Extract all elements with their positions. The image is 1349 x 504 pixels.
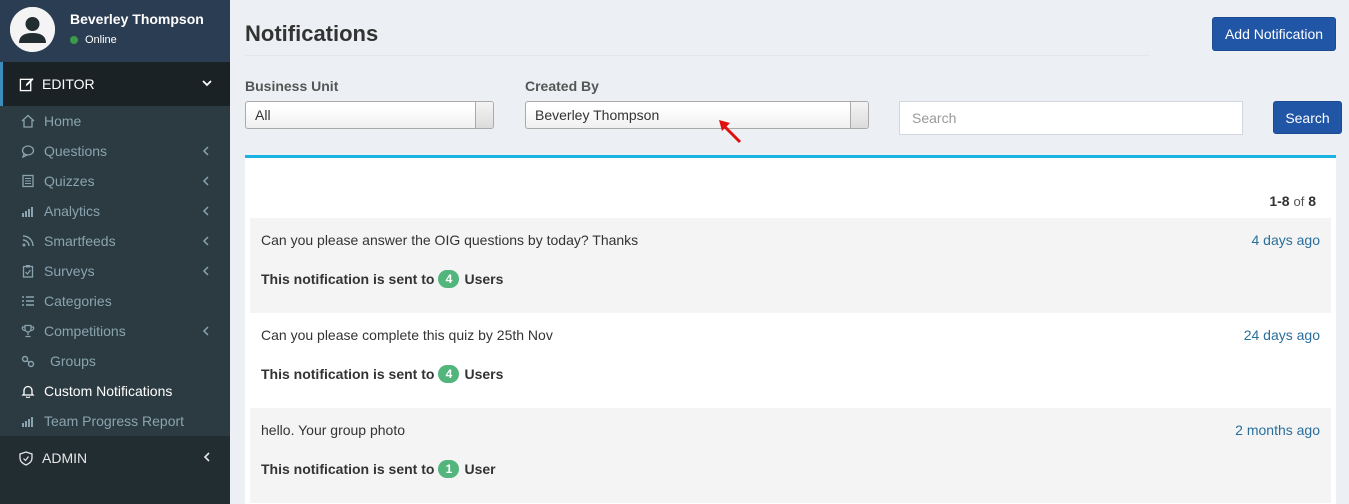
notification-message: Can you please answer the OIG questions … — [261, 232, 639, 248]
feed-icon — [21, 234, 35, 248]
bar-chart-icon — [21, 204, 35, 218]
recipients-unit: Users — [464, 366, 504, 382]
recipient-count-badge: 4 — [438, 270, 460, 288]
chevron-left-icon — [202, 146, 209, 156]
chevron-left-icon — [202, 266, 209, 276]
chevron-left-icon — [202, 236, 209, 246]
sidebar-item-categories[interactable]: Categories — [0, 286, 230, 316]
bar-chart-icon — [21, 414, 35, 428]
chevron-left-icon — [202, 176, 209, 186]
chevron-left-icon — [202, 206, 209, 216]
sidebar-item-home[interactable]: Home — [0, 106, 230, 136]
user-avatar-icon — [10, 7, 55, 52]
bell-icon — [21, 384, 35, 398]
created-by-value: Beverley Thompson — [535, 107, 660, 123]
created-by-label: Created By — [525, 78, 599, 94]
pagination-info: 1-8 of 8 — [1269, 193, 1316, 209]
pagination-total: 8 — [1308, 193, 1316, 209]
recipient-count-badge: 4 — [438, 365, 460, 383]
notifications-list: 1-8 of 8 Can you please answer the OIG q… — [245, 155, 1336, 504]
sidebar-item-label: Home — [44, 113, 82, 129]
document-icon — [21, 174, 35, 188]
sidebar-item-label: Quizzes — [44, 173, 95, 189]
business-unit-select[interactable]: All — [245, 101, 494, 129]
sidebar-item-label: Analytics — [44, 203, 101, 219]
sidebar-item-smartfeeds[interactable]: Smartfeeds — [0, 226, 230, 256]
business-unit-label: Business Unit — [245, 78, 339, 94]
recipients-prefix: This notification is sent to — [261, 366, 435, 382]
recipients-prefix: This notification is sent to — [261, 271, 435, 287]
recipients-unit: Users — [464, 271, 504, 287]
clipboard-icon — [21, 264, 35, 278]
sidebar-item-label: Team Progress Report — [44, 413, 185, 429]
sidebar-section-admin[interactable]: ADMIN — [0, 436, 230, 480]
sidebar-item-label: Smartfeeds — [44, 233, 116, 249]
link-icon — [21, 354, 35, 368]
notification-time[interactable]: 24 days ago — [1244, 327, 1320, 343]
sidebar-item-analytics[interactable]: Analytics — [0, 196, 230, 226]
created-by-select[interactable]: Beverley Thompson — [525, 101, 869, 129]
pagination-range: 1-8 — [1269, 193, 1290, 209]
sidebar: Beverley Thompson Online EDITOR Home Que… — [0, 0, 230, 504]
sidebar-item-surveys[interactable]: Surveys — [0, 256, 230, 286]
notification-time[interactable]: 4 days ago — [1252, 232, 1321, 248]
sidebar-item-team-progress-report[interactable]: Team Progress Report — [0, 406, 230, 436]
sidebar-item-custom-notifications[interactable]: Custom Notifications — [0, 376, 230, 406]
editor-submenu: Home Questions Quizzes Analytics Smartfe… — [0, 106, 230, 436]
search-button[interactable]: Search — [1273, 101, 1342, 134]
recipients-unit: User — [464, 461, 496, 477]
sidebar-item-quizzes[interactable]: Quizzes — [0, 166, 230, 196]
sidebar-item-label: Categories — [44, 293, 112, 309]
list-item[interactable]: hello. Your group photo 2 months ago Thi… — [250, 408, 1331, 503]
trophy-icon — [21, 324, 35, 338]
sidebar-item-label: Surveys — [44, 263, 95, 279]
sidebar-item-groups[interactable]: Groups — [0, 346, 230, 376]
avatar — [10, 7, 55, 52]
sidebar-section-editor[interactable]: EDITOR — [0, 62, 230, 106]
pagination-of: of — [1293, 194, 1305, 209]
sidebar-item-label: Questions — [44, 143, 108, 159]
sidebar-item-label: Groups — [50, 353, 96, 369]
chevron-left-icon — [203, 452, 210, 462]
notification-recipients: This notification is sent to 4 Users — [261, 270, 503, 288]
list-item[interactable]: Can you please answer the OIG questions … — [250, 218, 1331, 313]
notification-time[interactable]: 2 months ago — [1235, 422, 1320, 438]
user-panel: Beverley Thompson Online — [0, 0, 230, 62]
recipient-count-badge: 1 — [438, 460, 460, 478]
list-item[interactable]: Can you please complete this quiz by 25t… — [250, 313, 1331, 408]
search-input[interactable] — [899, 101, 1243, 135]
page-title: Notifications — [245, 21, 379, 46]
list-icon — [21, 294, 35, 308]
home-icon — [21, 114, 35, 128]
notification-message: Can you please complete this quiz by 25t… — [261, 327, 553, 343]
recipients-prefix: This notification is sent to — [261, 461, 435, 477]
sidebar-section-admin-label: ADMIN — [42, 450, 88, 466]
sidebar-section-editor-label: EDITOR — [42, 76, 95, 92]
pointer-arrow-icon — [719, 120, 742, 144]
add-notification-button[interactable]: Add Notification — [1212, 17, 1336, 51]
title-divider — [245, 55, 1150, 56]
sidebar-item-label: Custom Notifications — [44, 383, 173, 399]
sidebar-item-competitions[interactable]: Competitions — [0, 316, 230, 346]
notification-recipients: This notification is sent to 1 User — [261, 460, 496, 478]
shield-icon — [18, 450, 34, 466]
business-unit-value: All — [255, 107, 271, 123]
sidebar-item-label: Competitions — [44, 323, 126, 339]
dropdown-toggle-icon[interactable] — [475, 102, 493, 128]
user-status: Online — [70, 34, 117, 46]
chat-icon — [21, 144, 35, 158]
chevron-left-icon — [202, 326, 209, 336]
online-status-icon — [70, 36, 78, 44]
main-content: Notifications Add Notification Business … — [230, 0, 1349, 504]
edit-icon — [18, 76, 34, 92]
notification-recipients: This notification is sent to 4 Users — [261, 365, 503, 383]
user-name: Beverley Thompson — [70, 11, 204, 27]
dropdown-toggle-icon[interactable] — [850, 102, 868, 128]
user-status-text: Online — [85, 34, 117, 46]
sidebar-item-questions[interactable]: Questions — [0, 136, 230, 166]
chevron-down-icon — [202, 80, 212, 87]
notification-message: hello. Your group photo — [261, 422, 406, 438]
